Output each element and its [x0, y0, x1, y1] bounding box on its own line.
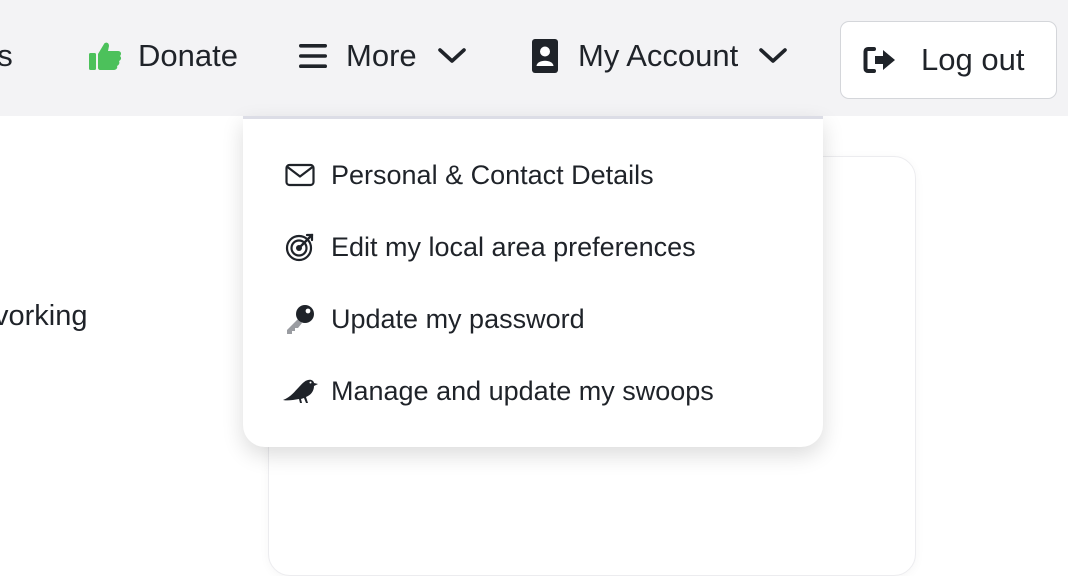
- thumbs-up-icon: [88, 41, 122, 71]
- envelope-icon: [281, 158, 319, 192]
- sign-out-icon: [863, 46, 897, 74]
- nav-item-partial[interactable]: es: [0, 34, 13, 78]
- nav-item-more[interactable]: More: [298, 34, 467, 78]
- my-account-dropdown-menu: Personal & Contact Details Edit my local…: [243, 116, 823, 447]
- nav-item-partial-label: es: [0, 38, 13, 73]
- nav-item-donate-label: Donate: [138, 38, 238, 73]
- key-icon: [281, 302, 319, 336]
- logout-button-label: Log out: [921, 42, 1025, 77]
- nav-item-my-account-label: My Account: [578, 38, 739, 73]
- chevron-down-icon: [437, 38, 467, 74]
- menu-item-label: Edit my local area preferences: [331, 231, 696, 262]
- bird-icon: [281, 374, 319, 408]
- menu-item-label: Update my password: [331, 303, 585, 334]
- menu-item-manage-swoops[interactable]: Manage and update my swoops: [281, 371, 714, 411]
- radar-target-icon: [281, 230, 319, 264]
- menu-item-local-area-preferences[interactable]: Edit my local area preferences: [281, 227, 696, 267]
- partial-body-text: vorking: [0, 300, 88, 332]
- nav-item-my-account[interactable]: My Account: [532, 34, 788, 78]
- menu-item-personal-contact-details[interactable]: Personal & Contact Details: [281, 155, 654, 195]
- nav-item-donate[interactable]: Donate: [88, 34, 238, 78]
- chevron-down-icon: [758, 38, 788, 74]
- menu-item-label: Manage and update my swoops: [331, 375, 714, 406]
- menu-item-label: Personal & Contact Details: [331, 159, 654, 190]
- hamburger-icon: [298, 43, 328, 69]
- contact-book-icon: [532, 39, 558, 73]
- menu-item-update-password[interactable]: Update my password: [281, 299, 585, 339]
- nav-item-more-label: More: [346, 38, 417, 73]
- top-navigation-bar: es Donate More: [0, 0, 1068, 116]
- logout-button[interactable]: Log out: [840, 21, 1057, 99]
